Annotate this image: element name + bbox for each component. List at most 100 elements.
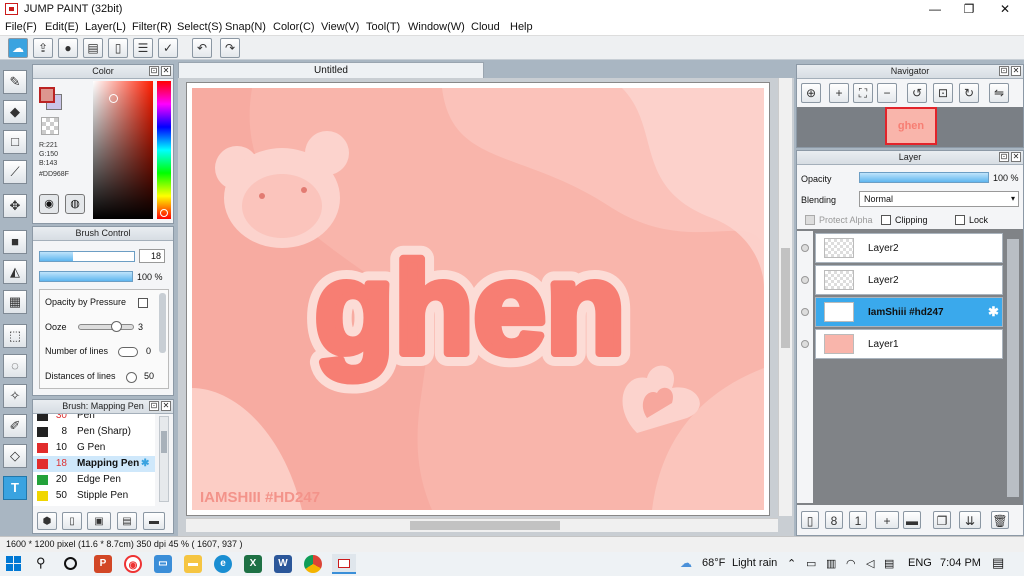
new-tone-layer-icon[interactable]: + (875, 511, 899, 529)
language-indicator[interactable]: ENG (908, 557, 932, 569)
file-explorer-icon[interactable]: ▬ (184, 555, 202, 573)
rotate-right-icon[interactable]: ↻ (959, 83, 979, 103)
brush-new-icon[interactable]: ▯ (62, 512, 82, 530)
menu-window[interactable]: Window(W) (408, 21, 465, 33)
panel-float-icon[interactable]: ⊡ (149, 66, 159, 76)
brush-size-slider[interactable] (39, 251, 135, 262)
palette-icon[interactable]: ◉ (39, 194, 59, 214)
opacity-by-pressure-checkbox[interactable] (138, 298, 148, 308)
brush-control-scrollbar[interactable] (159, 293, 166, 353)
color-set-icon[interactable]: ◍ (65, 194, 85, 214)
blending-select[interactable]: Normal ▾ (859, 191, 1019, 207)
panel-float-icon[interactable]: ⊡ (149, 401, 159, 411)
new-1bit-layer-icon[interactable]: 1 (849, 511, 867, 529)
brush-size-value[interactable]: 18 (139, 249, 165, 263)
menu-color[interactable]: Color(C) (273, 21, 315, 33)
battery-icon[interactable]: ▭ (806, 557, 816, 570)
lock-checkbox[interactable] (955, 215, 965, 225)
list-icon[interactable]: ☰ (133, 38, 153, 58)
zoom-actual-icon[interactable]: ⛶ (853, 83, 873, 103)
undo-button[interactable]: ↶ (192, 38, 212, 58)
select-rect-tool-icon[interactable]: ⬚ (3, 324, 27, 348)
notification-icon[interactable]: ▤ (992, 555, 1004, 571)
clipping-checkbox[interactable] (881, 215, 891, 225)
panel-close-icon[interactable]: ✕ (161, 66, 171, 76)
transparent-color-swatch[interactable] (41, 117, 59, 135)
layer-row[interactable]: Layer1 (815, 329, 1003, 359)
jump-paint-taskbar-button[interactable] (332, 554, 356, 574)
magic-wand-tool-icon[interactable]: ✧ (3, 384, 27, 408)
app-icon[interactable]: ◉ (124, 555, 142, 573)
menu-layer[interactable]: Layer(L) (85, 21, 126, 33)
new-layer-icon[interactable]: ▯ (801, 511, 819, 529)
clock-time[interactable]: 7:04 PM (940, 557, 981, 569)
brush-add-icon[interactable]: ⬢ (37, 512, 57, 530)
panel-float-icon[interactable]: ⊡ (999, 152, 1009, 162)
brush-settings-icon[interactable]: ▤ (117, 512, 137, 530)
brush-item-pen[interactable]: 30 Pen (33, 414, 155, 424)
minimize-button[interactable]: — (918, 0, 952, 18)
hue-slider[interactable] (157, 81, 171, 219)
number-of-lines-toggle[interactable] (118, 347, 138, 357)
menu-edit[interactable]: Edit(E) (45, 21, 79, 33)
flip-horizontal-icon[interactable]: ⇋ (989, 83, 1009, 103)
chevron-up-icon[interactable]: ⌃ (787, 557, 796, 570)
rectangle-tool-icon[interactable]: □ (3, 130, 27, 154)
ooze-slider-knob[interactable] (111, 321, 123, 332)
eraser-tool-icon[interactable]: ◆ (3, 100, 27, 124)
panel-close-icon[interactable]: ✕ (161, 401, 171, 411)
menu-select[interactable]: Select(S) (177, 21, 222, 33)
layer-visibility-icon[interactable] (801, 276, 809, 284)
word-icon[interactable]: W (274, 555, 292, 573)
lasso-tool-icon[interactable]: ◌ (3, 354, 27, 378)
brush-item-edge-pen[interactable]: 20 Edge Pen (33, 472, 155, 488)
select-eraser-tool-icon[interactable]: ◇ (3, 444, 27, 468)
powerpoint-icon[interactable]: P (94, 555, 112, 573)
brush-list-scrollbar[interactable] (159, 416, 169, 502)
brush-folder-icon[interactable]: ▬ (143, 512, 165, 530)
gradient-tool-icon[interactable]: ▦ (3, 290, 27, 314)
panel-close-icon[interactable]: ✕ (1011, 66, 1021, 76)
rotate-left-icon[interactable]: ↺ (907, 83, 927, 103)
ooze-slider[interactable] (78, 321, 134, 332)
layer-row[interactable]: Layer2 (815, 233, 1003, 263)
canvas-horizontal-scrollbar[interactable] (186, 518, 778, 532)
layer-visibility-icon[interactable] (801, 244, 809, 252)
move-tool-icon[interactable]: ✥ (3, 194, 27, 218)
color-cursor[interactable] (109, 94, 118, 103)
windows-start-icon[interactable] (6, 556, 22, 572)
layer-settings-gear-icon[interactable]: ✱ (988, 304, 999, 320)
brush-item-pen-sharp[interactable]: 8 Pen (Sharp) (33, 424, 155, 440)
message-icon[interactable]: ▤ (83, 38, 103, 58)
brush-opacity-slider[interactable] (39, 271, 133, 282)
menu-help[interactable]: Help (510, 21, 533, 33)
delete-layer-icon[interactable]: 🗑 (991, 511, 1009, 529)
brush-tool-icon[interactable]: ✎ (3, 70, 27, 94)
cloud-icon[interactable]: ☁ (8, 38, 28, 58)
task-view-icon[interactable] (64, 557, 77, 570)
page-icon[interactable]: ▯ (108, 38, 128, 58)
protect-alpha-checkbox[interactable] (805, 215, 815, 225)
panel-float-icon[interactable]: ⊡ (999, 66, 1009, 76)
hue-cursor[interactable] (160, 209, 168, 217)
select-pen-tool-icon[interactable]: ✐ (3, 414, 27, 438)
vertical-scroll-thumb[interactable] (781, 248, 790, 348)
merge-layer-icon[interactable]: ⇊ (959, 511, 981, 529)
maximize-button[interactable]: ❐ (952, 0, 986, 18)
excel-icon[interactable]: X (244, 555, 262, 573)
saturation-value-picker[interactable] (93, 81, 153, 219)
chrome-icon[interactable] (304, 555, 322, 573)
line-tool-icon[interactable]: ⟋ (3, 160, 27, 184)
network-icon[interactable]: ▥ (826, 557, 836, 570)
brush-list-scroll-thumb[interactable] (161, 431, 167, 453)
brush-item-mapping-pen[interactable]: 18 Mapping Pen ✱ (33, 456, 155, 472)
rotate-reset-icon[interactable]: ⊡ (933, 83, 953, 103)
navigator-thumbnail[interactable]: ghen (885, 107, 937, 145)
fill-rect-tool-icon[interactable]: ■ (3, 230, 27, 254)
keyboard-icon[interactable]: ▤ (884, 557, 894, 570)
canvas-vertical-scrollbar[interactable] (778, 78, 792, 516)
search-icon[interactable]: ⚲ (36, 555, 46, 571)
brush-item-g-pen[interactable]: 10 G Pen (33, 440, 155, 456)
comment-icon[interactable]: ● (58, 38, 78, 58)
duplicate-layer-icon[interactable]: ❐ (933, 511, 951, 529)
